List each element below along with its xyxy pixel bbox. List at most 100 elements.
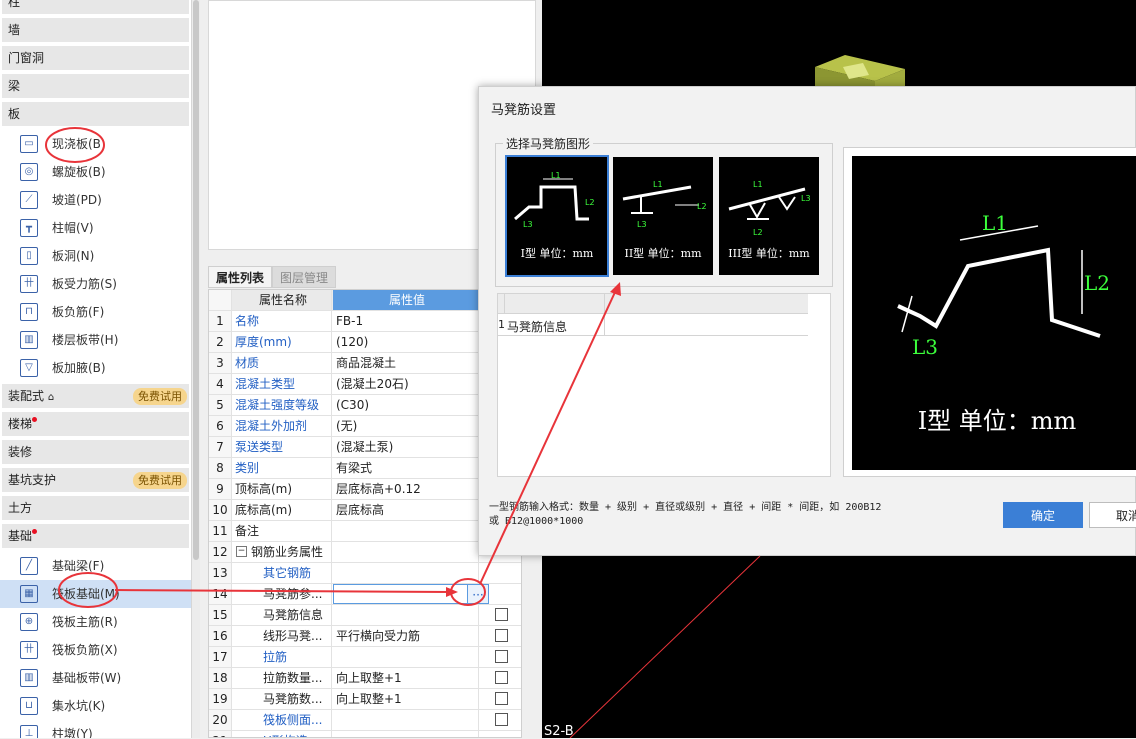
cancel-button[interactable]: 取消	[1089, 502, 1136, 528]
property-row[interactable]: 21 U形构造...	[209, 731, 521, 737]
property-row[interactable]: 8 类别 有梁式	[209, 458, 521, 479]
property-row[interactable]: 2 厚度(mm) (120)	[209, 332, 521, 353]
tree-item-floor-slab-strip[interactable]: ▥ 楼层板带(H)	[0, 326, 191, 354]
property-row[interactable]: 12− 钢筋业务属性	[209, 542, 521, 563]
property-row[interactable]: 5 混凝土强度等级 (C30)	[209, 395, 521, 416]
property-value[interactable]	[333, 521, 479, 541]
property-name-text: 顶标高(m)	[235, 482, 293, 496]
attach-checkbox[interactable]	[495, 671, 508, 684]
row-number: 5	[209, 395, 232, 415]
property-value[interactable]	[333, 647, 479, 667]
tree-item-slab-neg-rebar[interactable]: ⊓ 板负筋(F)	[0, 298, 191, 326]
property-value[interactable]	[333, 542, 479, 562]
category-pit-support[interactable]: 基坑支护 免费试用	[2, 468, 189, 492]
property-row[interactable]: 13 其它钢筋	[209, 563, 521, 584]
tree-item-foundation-strip[interactable]: ▥ 基础板带(W)	[0, 664, 191, 692]
property-name-text: 材质	[235, 356, 260, 370]
attach-checkbox[interactable]	[495, 608, 508, 621]
ellipsis-button[interactable]: ···	[467, 584, 489, 604]
property-row[interactable]: 7 泵送类型 (混凝土泵)	[209, 437, 521, 458]
attach-checkbox[interactable]	[495, 650, 508, 663]
tree-item-column-pier[interactable]: ⊥ 柱墩(Y)	[0, 720, 191, 738]
property-value[interactable]: 平行横向受力筋	[333, 626, 479, 646]
property-row[interactable]: 6 混凝土外加剂 (无)	[209, 416, 521, 437]
tab-property-list[interactable]: 属性列表	[208, 266, 273, 288]
category-foundation[interactable]: 基础	[2, 524, 189, 548]
property-value[interactable]: (混凝土20石)	[333, 374, 479, 394]
category-prefab[interactable]: 装配式 ⌂ 免费试用	[2, 384, 189, 408]
property-row[interactable]: 20 筏板侧面...	[209, 710, 521, 731]
category-wall[interactable]: 墙	[2, 18, 189, 42]
trial-badge[interactable]: 免费试用	[133, 472, 187, 489]
property-name: 顶标高(m)	[233, 479, 332, 499]
stool-info-value-cell[interactable]	[605, 314, 805, 336]
property-row[interactable]: 18 拉筋数量... 向上取整+1	[209, 668, 521, 689]
property-value[interactable]	[333, 710, 479, 730]
property-row[interactable]: 19 马凳筋数... 向上取整+1	[209, 689, 521, 710]
collapse-icon[interactable]: −	[236, 546, 247, 557]
category-decoration[interactable]: 装修	[2, 440, 189, 464]
category-door-window[interactable]: 门窗洞	[2, 46, 189, 70]
tree-item-spiral-slab[interactable]: ◎ 螺旋板(B)	[0, 158, 191, 186]
tree-item-slab-main-rebar[interactable]: 卄板受力筋(S)	[0, 270, 191, 298]
tree-scrollbar-thumb[interactable]	[193, 0, 199, 560]
category-slab[interactable]: 板	[2, 102, 189, 126]
property-name: 其它钢筋	[233, 563, 332, 583]
attach-checkbox[interactable]	[495, 692, 508, 705]
dim-l2: L2	[697, 202, 707, 211]
tree-item-sump-pit[interactable]: ⊔ 集水坑(K)	[0, 692, 191, 720]
preview-canvas: L1 L2 L3 I型 单位：mm	[852, 156, 1136, 470]
property-row[interactable]: 11 备注	[209, 521, 521, 542]
property-value[interactable]: 向上取整+1	[333, 668, 479, 688]
category-beam[interactable]: 梁	[2, 74, 189, 98]
tree-item-raft-foundation[interactable]: ▦ 筏板基础(M)	[0, 580, 191, 608]
tree-item-slab-haunch[interactable]: ▽ 板加腋(B)	[0, 354, 191, 382]
category-earthwork[interactable]: 土方	[2, 496, 189, 520]
attach-checkbox[interactable]	[495, 713, 508, 726]
property-row[interactable]: 10 底标高(m) 层底标高	[209, 500, 521, 521]
ok-button[interactable]: 确定	[1003, 502, 1083, 528]
property-row[interactable]: 9 顶标高(m) 层底标高+0.12	[209, 479, 521, 500]
tree-item-cast-slab[interactable]: ▭ 现浇板(B)	[0, 130, 191, 158]
property-value[interactable]	[333, 584, 479, 604]
shape-option-type3[interactable]: L1 L3 L2 III型 单位：mm	[719, 157, 819, 275]
property-name: 厚度(mm)	[233, 332, 332, 352]
table-row[interactable]: 1 马凳筋信息	[498, 314, 808, 336]
property-value[interactable]: 层底标高	[333, 500, 479, 520]
property-value[interactable]: (120)	[333, 332, 479, 352]
property-value[interactable]	[333, 605, 479, 625]
shape-option-type1[interactable]: L1 L2 L3 I型 单位：mm	[505, 155, 609, 277]
property-value[interactable]: 商品混凝土	[333, 353, 479, 373]
attach-checkbox[interactable]	[495, 629, 508, 642]
category-column[interactable]: 柱	[2, 0, 189, 14]
tree-item-slab-hole[interactable]: ▯ 板洞(N)	[0, 242, 191, 270]
property-value[interactable]: 层底标高+0.12	[333, 479, 479, 499]
tree-item-column-cap[interactable]: ┳ 柱帽(V)	[0, 214, 191, 242]
property-row[interactable]: 17 拉筋	[209, 647, 521, 668]
property-name: 泵送类型	[233, 437, 332, 457]
tab-layer-management[interactable]: 图层管理	[272, 266, 337, 288]
property-row[interactable]: 1 名称 FB-1	[209, 311, 521, 332]
property-row[interactable]: 4 混凝土类型 (混凝土20石)	[209, 374, 521, 395]
property-value[interactable]	[333, 731, 479, 737]
tree-item-foundation-beam[interactable]: ╱ 基础梁(F)	[0, 552, 191, 580]
property-value[interactable]	[333, 563, 479, 583]
tree-item-ramp[interactable]: ⟋ 坡道(PD)	[0, 186, 191, 214]
property-row[interactable]: 3 材质 商品混凝土	[209, 353, 521, 374]
cast-slab-icon: ▭	[20, 135, 38, 153]
row-number: 12	[209, 542, 232, 562]
property-value[interactable]: (混凝土泵)	[333, 437, 479, 457]
property-value[interactable]: (C30)	[333, 395, 479, 415]
category-stairs[interactable]: 楼梯	[2, 412, 189, 436]
shape-option-type2[interactable]: L1 L2 L3 II型 单位：mm	[613, 157, 713, 275]
trial-badge[interactable]: 免费试用	[133, 388, 187, 405]
tree-item-raft-neg-rebar[interactable]: 卄筏板负筋(X)	[0, 636, 191, 664]
property-row[interactable]: 14 马凳筋参... ···	[209, 584, 521, 605]
tree-item-raft-main-rebar[interactable]: ⊕ 筏板主筋(R)	[0, 608, 191, 636]
property-value[interactable]: 向上取整+1	[333, 689, 479, 709]
property-row[interactable]: 16 线形马凳... 平行横向受力筋	[209, 626, 521, 647]
property-value[interactable]: 有梁式	[333, 458, 479, 478]
property-value[interactable]: FB-1	[333, 311, 479, 331]
property-row[interactable]: 15 马凳筋信息	[209, 605, 521, 626]
property-value[interactable]: (无)	[333, 416, 479, 436]
